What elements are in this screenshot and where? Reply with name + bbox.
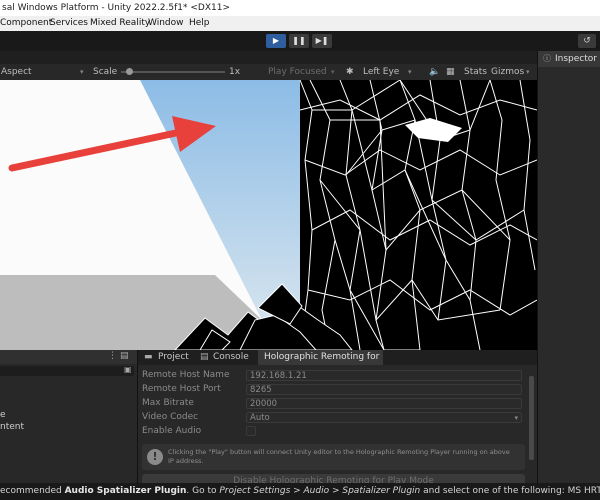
- video-codec-value: Auto: [250, 413, 270, 423]
- remote-host-port-label: Remote Host Port: [142, 384, 221, 394]
- tab-console-label: Console: [213, 352, 249, 362]
- status-bar: ecommended Audio Spatializer Plugin. Go …: [0, 483, 600, 500]
- menu-icon[interactable]: ▤: [120, 351, 129, 361]
- status-text: ecommended Audio Spatializer Plugin. Go …: [0, 486, 600, 496]
- pause-icon: ❚❚: [292, 36, 306, 45]
- menu-mixed-reality[interactable]: Mixed Reality: [90, 16, 150, 31]
- scale-label: Scale: [93, 67, 118, 77]
- scale-slider-thumb[interactable]: [125, 68, 133, 75]
- remote-host-name-label: Remote Host Name: [142, 370, 230, 380]
- aspect-dropdown[interactable]: Aspect: [1, 64, 32, 80]
- video-codec-label: Video Codec: [142, 412, 199, 422]
- tab-holographic-remoting[interactable]: Holographic Remoting for ...: [258, 350, 383, 377]
- play-button[interactable]: ▶: [266, 34, 286, 48]
- window-title: sal Windows Platform - Unity 2022.2.5f1*…: [2, 3, 230, 13]
- hierarchy-header: ⋮ ▤: [0, 350, 137, 364]
- left-eye-chevron-icon: ▾: [408, 68, 412, 76]
- inspector-tab-label: Inspector: [555, 54, 597, 64]
- console-icon: ▤: [200, 352, 209, 362]
- game-view-toolbar: Aspect ▾ Scale 1x Play Focused ▾ ✱ Left …: [0, 64, 537, 80]
- keyboard-icon[interactable]: ▦: [446, 64, 455, 80]
- holographic-remoting-panel: ▬ Project ▤ Console Holographic Remoting…: [138, 350, 537, 488]
- gizmos-chevron-icon: ▾: [526, 68, 530, 76]
- video-codec-chevron-icon: ▾: [514, 414, 518, 422]
- menu-help[interactable]: Help: [189, 16, 210, 31]
- left-eye-dropdown[interactable]: Left Eye: [363, 64, 399, 80]
- window-title-bar: sal Windows Platform - Unity 2022.2.5f1*…: [0, 0, 600, 16]
- play-focused-chevron-icon: ▾: [331, 68, 335, 76]
- help-text: Clicking the "Play" button will connect …: [168, 448, 522, 466]
- step-icon: ▶❚: [315, 36, 329, 45]
- scrollbar[interactable]: [529, 376, 534, 460]
- game-view-tab-strip: [0, 51, 537, 64]
- video-codec-dropdown[interactable]: Auto ▾: [246, 412, 522, 423]
- help-text-line-2: IP address.: [168, 457, 204, 465]
- scale-slider-track[interactable]: [121, 71, 225, 73]
- gizmos-dropdown[interactable]: Gizmos: [491, 64, 524, 80]
- enable-audio-label: Enable Audio: [142, 426, 202, 436]
- stats-button[interactable]: Stats: [464, 64, 487, 80]
- tab-project-label: Project: [158, 352, 189, 362]
- search-options-icon[interactable]: ▣: [124, 365, 132, 374]
- max-bitrate-input[interactable]: 20000: [246, 398, 522, 409]
- history-icon: ↺: [583, 36, 591, 46]
- main-toolbar: ▶ ❚❚ ▶❚ ↺: [0, 31, 600, 51]
- inspector-panel: ⓘ Inspector: [537, 51, 600, 483]
- enable-audio-checkbox[interactable]: [246, 426, 256, 436]
- history-button[interactable]: ↺: [578, 34, 596, 48]
- play-focused-dropdown[interactable]: Play Focused: [268, 64, 327, 80]
- step-button[interactable]: ▶❚: [312, 34, 332, 48]
- list-item[interactable]: ntent: [0, 422, 24, 432]
- audio-mute-icon[interactable]: 🔈: [429, 64, 440, 80]
- info-icon: ⓘ: [543, 54, 551, 63]
- menu-window[interactable]: Window: [148, 16, 184, 31]
- game-view[interactable]: [0, 80, 537, 350]
- game-render: [0, 80, 537, 350]
- hierarchy-search-input[interactable]: [0, 366, 134, 376]
- menu-services[interactable]: Services: [50, 16, 88, 31]
- scale-value: 1x: [229, 67, 241, 77]
- aspect-chevron-icon: ▾: [80, 68, 84, 76]
- bottom-tab-strip: ▬ Project ▤ Console Holographic Remoting…: [138, 350, 537, 377]
- info-icon: !: [147, 449, 163, 465]
- bug-icon[interactable]: ✱: [346, 64, 354, 80]
- more-icon[interactable]: ⋮: [108, 351, 117, 361]
- help-box: ! Clicking the "Play" button will connec…: [142, 444, 525, 470]
- remote-host-port-input[interactable]: 8265: [246, 384, 522, 395]
- remote-host-name-input[interactable]: 192.168.1.21: [246, 370, 522, 381]
- menu-bar: Component Services Mixed Reality Window …: [0, 16, 600, 31]
- menu-component[interactable]: Component: [0, 16, 52, 31]
- hierarchy-panel: ⋮ ▤ ▣ e ntent: [0, 350, 138, 483]
- max-bitrate-label: Max Bitrate: [142, 398, 194, 408]
- tab-project[interactable]: ▬ Project: [142, 350, 196, 365]
- list-item[interactable]: e: [0, 410, 6, 420]
- help-text-line-1: Clicking the "Play" button will connect …: [168, 448, 510, 456]
- play-icon: ▶: [272, 36, 280, 45]
- folder-icon: ▬: [144, 352, 153, 362]
- inspector-tab[interactable]: ⓘ Inspector: [538, 51, 600, 67]
- pause-button[interactable]: ❚❚: [289, 34, 309, 48]
- tab-console[interactable]: ▤ Console: [198, 350, 256, 365]
